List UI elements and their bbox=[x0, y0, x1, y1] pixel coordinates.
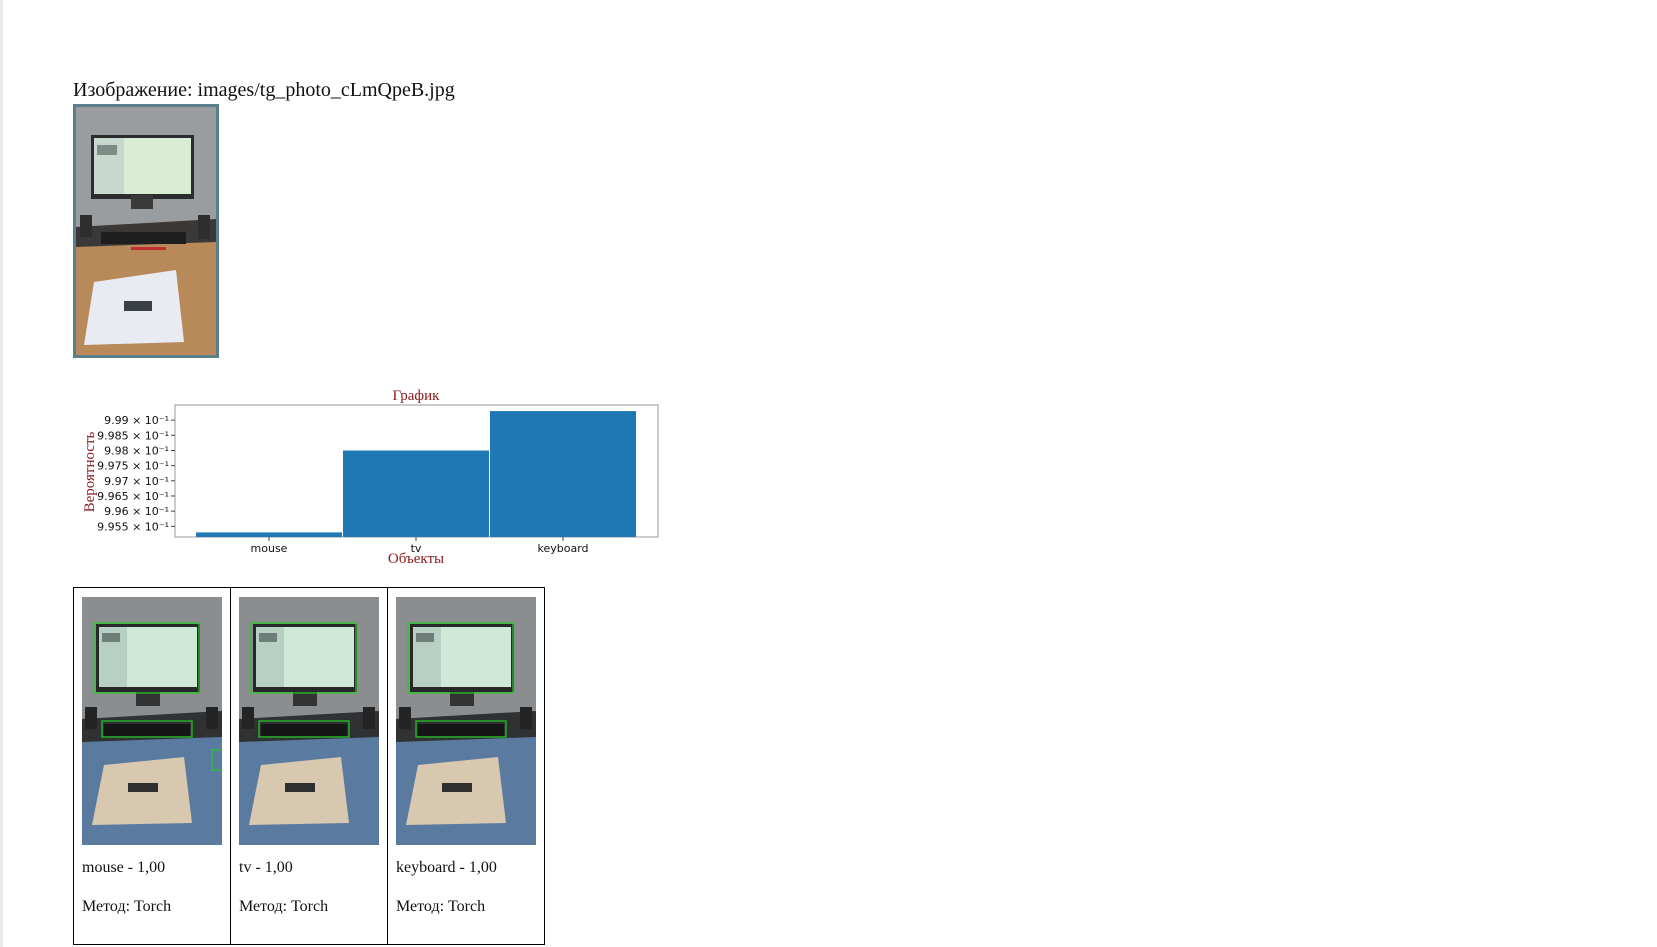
source-photo-drawing bbox=[76, 107, 216, 355]
chart-x-tick-label: keyboard bbox=[537, 542, 588, 555]
chart-y-tick-label: 9.97 × 10⁻¹ bbox=[104, 475, 169, 488]
detection-label: keyboard - 1,00 bbox=[396, 859, 497, 876]
probability-chart: График 9.955 × 10⁻¹ 9.96 × 10⁻¹ 9.965 × 10… bbox=[73, 388, 673, 580]
detection-cell-tv: tv - 1,00 Метод: Torch bbox=[230, 587, 388, 945]
chart-x-axis-label: Объекты bbox=[388, 551, 444, 567]
chart-bar-tv bbox=[343, 450, 489, 537]
chart-y-tick-label: 9.99 × 10⁻¹ bbox=[104, 414, 169, 427]
chart-bar-keyboard bbox=[490, 411, 636, 537]
chart-y-tick-label: 9.985 × 10⁻¹ bbox=[97, 429, 169, 442]
detection-cell-mouse: mouse - 1,00 Метод: Torch bbox=[73, 587, 231, 945]
chart-y-tick-label: 9.96 × 10⁻¹ bbox=[104, 505, 169, 518]
chart-y-axis: 9.955 × 10⁻¹ 9.96 × 10⁻¹ 9.965 × 10⁻¹ 9.97 … bbox=[97, 414, 175, 533]
chart-svg: График 9.955 × 10⁻¹ 9.96 × 10⁻¹ 9.965 × 10… bbox=[82, 388, 659, 567]
detection-method: Метод: Torch bbox=[396, 898, 486, 915]
detection-photo-drawing bbox=[82, 597, 222, 845]
chart-y-tick-label: 9.98 × 10⁻¹ bbox=[104, 444, 169, 457]
chart-y-tick-label: 9.955 × 10⁻¹ bbox=[97, 520, 169, 533]
detections-table: mouse - 1,00 Метод: Torch tv - 1,00 Мето… bbox=[73, 587, 545, 945]
detections-row: mouse - 1,00 Метод: Torch tv - 1,00 Мето… bbox=[73, 587, 545, 945]
detection-label: tv - 1,00 bbox=[239, 859, 293, 876]
chart-x-tick-label: mouse bbox=[251, 542, 288, 555]
window-edge bbox=[0, 0, 3, 947]
chart-bars bbox=[196, 411, 636, 537]
chart-bar-mouse bbox=[196, 532, 342, 537]
chart-y-axis-label: Вероятность bbox=[82, 431, 98, 512]
image-caption: Изображение: images/tg_photo_cLmQpeB.jpg bbox=[73, 79, 455, 101]
chart-y-tick-label: 9.975 × 10⁻¹ bbox=[97, 460, 169, 473]
detection-photo-drawing bbox=[396, 597, 536, 845]
chart-title: График bbox=[393, 388, 441, 404]
source-photo bbox=[73, 104, 219, 358]
detection-photo-keyboard bbox=[396, 597, 536, 845]
detection-method: Метод: Torch bbox=[239, 898, 329, 915]
detection-photo-mouse bbox=[82, 597, 222, 845]
detection-cell-keyboard: keyboard - 1,00 Метод: Torch bbox=[387, 587, 545, 945]
chart-y-tick-label: 9.965 × 10⁻¹ bbox=[97, 490, 169, 503]
detection-photo-drawing bbox=[239, 597, 379, 845]
detection-photo-tv bbox=[239, 597, 379, 845]
detection-method: Метод: Torch bbox=[82, 898, 172, 915]
detection-label: mouse - 1,00 bbox=[82, 859, 166, 876]
